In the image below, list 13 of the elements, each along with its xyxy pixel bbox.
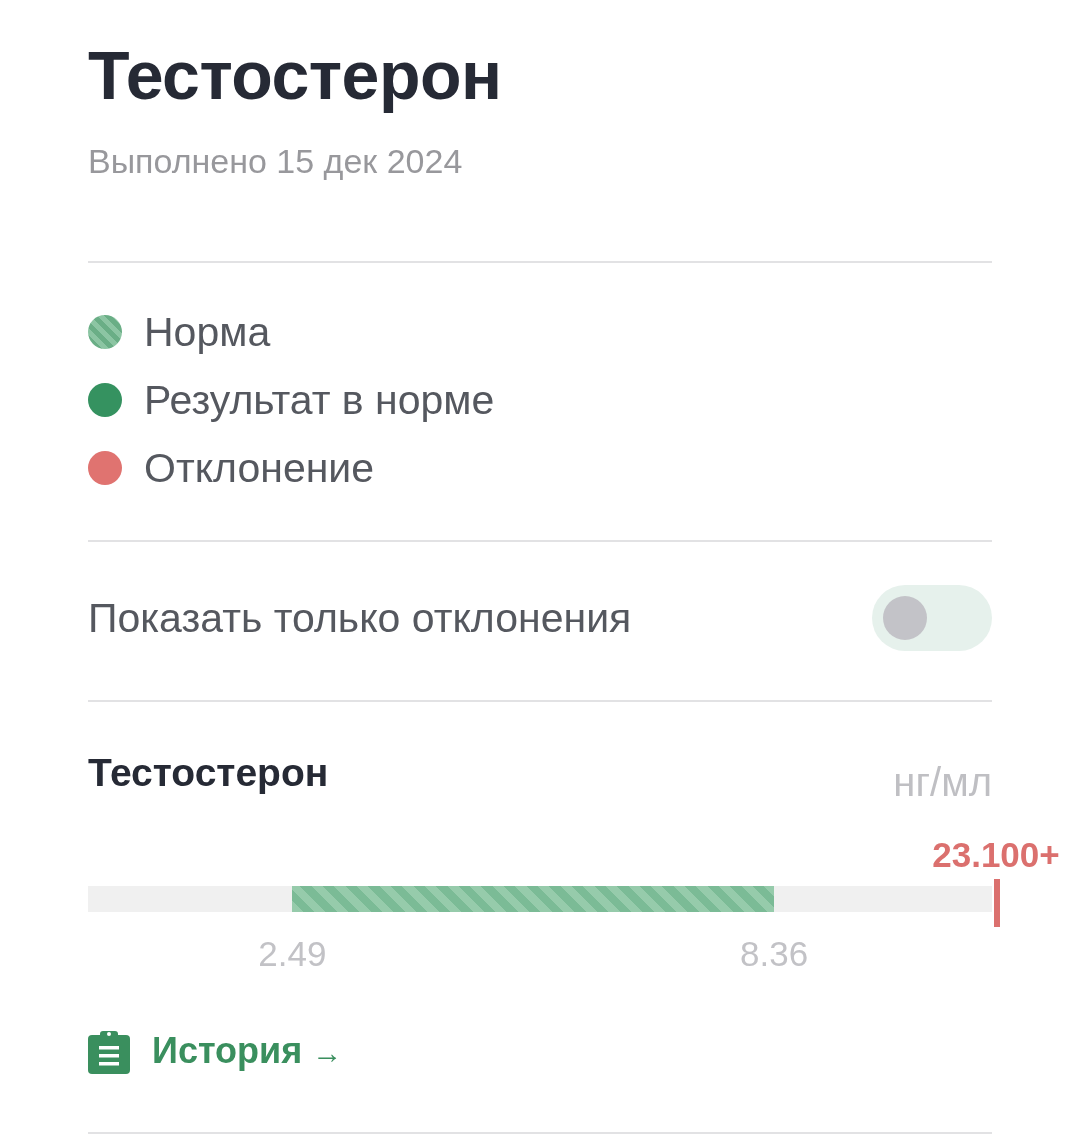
completion-date: Выполнено 15 дек 2024 bbox=[88, 141, 464, 181]
clipboard-icon bbox=[88, 1030, 130, 1074]
result-value: 23.100+ bbox=[932, 834, 1060, 876]
unit-label: нг/мл bbox=[893, 759, 992, 805]
test-name: Тестостерон bbox=[88, 750, 329, 796]
legend-label: Норма bbox=[144, 308, 271, 356]
legend-label: Отклонение bbox=[144, 444, 375, 492]
range-high-label: 8.36 bbox=[740, 933, 809, 975]
page-title: Тестостерон bbox=[88, 36, 503, 115]
filter-label: Показать только отклонения bbox=[88, 594, 632, 642]
range-low-label: 2.49 bbox=[258, 933, 327, 975]
history-link[interactable]: История → bbox=[88, 1030, 343, 1074]
legend-label: Результат в норме bbox=[144, 376, 495, 424]
